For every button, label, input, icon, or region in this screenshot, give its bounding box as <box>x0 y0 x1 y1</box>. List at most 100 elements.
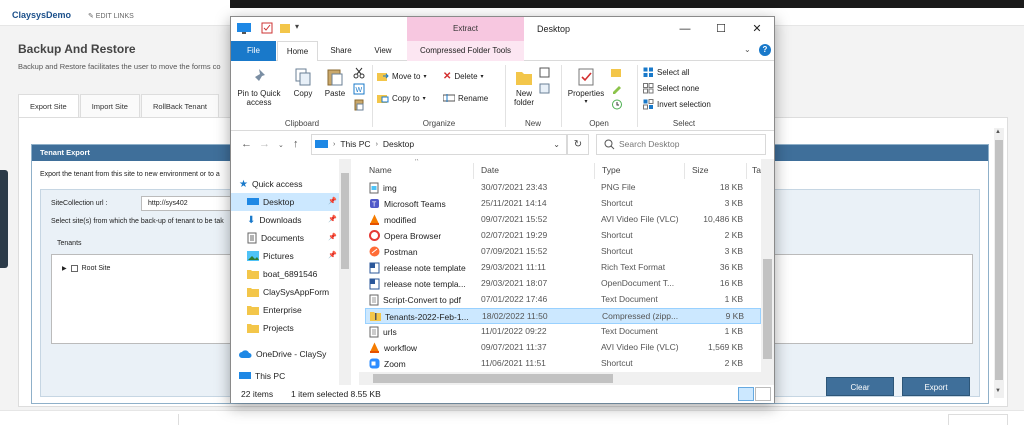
column-header-name[interactable]: Name <box>369 163 392 177</box>
address-dropdown-icon[interactable]: ⌄ <box>553 140 560 149</box>
file-row[interactable]: Script-Convert to pdf 07/01/2022 17:46 T… <box>365 292 761 308</box>
column-header-type[interactable]: Type <box>602 163 620 177</box>
file-row[interactable]: T Microsoft Teams 25/11/2021 14:14 Shortc… <box>365 196 761 212</box>
rename-button[interactable]: Rename <box>443 93 488 103</box>
back-arrow-icon[interactable]: ← <box>241 138 252 150</box>
nav-scrollbar[interactable] <box>339 159 351 385</box>
pin-icon <box>252 69 265 84</box>
export-button[interactable]: Export <box>902 377 970 396</box>
tab-rollback-tenant[interactable]: RollBack Tenant <box>140 94 220 118</box>
expand-arrow-icon[interactable]: ▶ <box>62 265 67 272</box>
help-icon[interactable]: ? <box>759 44 771 56</box>
delete-button[interactable]: ✕ Delete ▾ <box>443 71 484 82</box>
side-handle[interactable] <box>0 170 8 268</box>
root-site-checkbox[interactable] <box>70 265 78 272</box>
nav-item-pictures[interactable]: Pictures 📌 <box>231 247 339 265</box>
invert-selection-button[interactable]: Invert selection <box>643 99 711 110</box>
nav-item-downloads[interactable]: ⬇ Downloads 📌 <box>231 211 339 229</box>
new-item-icon[interactable] <box>539 67 551 80</box>
page-scrollbar[interactable]: ▲ ▼ <box>994 128 1004 398</box>
nav-item-enterprise[interactable]: Enterprise <box>231 301 339 319</box>
history-icon[interactable] <box>611 99 623 112</box>
page-scroll-thumb[interactable] <box>995 140 1003 380</box>
file-row[interactable]: modified 09/07/2021 15:52 AVI Video File… <box>365 212 761 228</box>
panel-description: Export the tenant from this site to new … <box>40 171 220 178</box>
tab-home[interactable]: Home <box>277 41 318 62</box>
file-row[interactable]: release note templa... 29/03/2021 18:07 … <box>365 276 761 292</box>
tab-import-site[interactable]: Import Site <box>79 94 140 118</box>
select-all-button[interactable]: Select all <box>643 67 689 78</box>
properties-quick-icon[interactable] <box>261 22 273 36</box>
file-row[interactable]: Zoom 11/06/2021 11:51 Shortcut 2 KB <box>365 356 761 372</box>
refresh-icon[interactable]: ↻ <box>567 134 589 155</box>
pin-quick-access-button[interactable]: Pin to Quick access <box>235 67 283 107</box>
select-none-button[interactable]: Select none <box>643 83 699 94</box>
paste-button[interactable]: Paste <box>321 67 349 98</box>
nav-item-documents[interactable]: Documents 📌 <box>231 229 339 247</box>
collapse-ribbon-icon[interactable]: ⌄ <box>744 45 751 54</box>
copy-path-icon[interactable]: W <box>353 83 365 97</box>
nav-item-desktop[interactable]: Desktop 📌 <box>231 193 339 211</box>
file-list-scrollbar[interactable] <box>761 159 774 385</box>
column-header-tags[interactable]: Ta <box>752 163 761 177</box>
move-to-button[interactable]: Move to ▾ <box>377 71 426 82</box>
search-box[interactable]: Search Desktop <box>596 134 766 155</box>
file-row[interactable]: Postman 07/09/2021 15:52 Shortcut 3 KB <box>365 244 761 260</box>
file-row-selected[interactable]: Tenants-2022-Feb-1... 18/02/2022 11:50 C… <box>365 308 761 324</box>
cut-icon[interactable] <box>353 67 365 81</box>
column-separator <box>594 163 595 179</box>
maximize-icon[interactable]: ☐ <box>704 17 738 41</box>
details-view-icon[interactable] <box>738 387 754 401</box>
new-folder-quick-icon[interactable] <box>279 22 291 36</box>
file-row[interactable]: img 30/07/2021 23:43 PNG File 18 KB <box>365 180 761 196</box>
easy-access-icon[interactable] <box>539 83 551 96</box>
large-icons-view-icon[interactable] <box>755 387 771 401</box>
tab-file[interactable]: File <box>231 41 276 61</box>
address-bar[interactable]: › This PC › Desktop ⌄ <box>311 134 567 155</box>
file-row[interactable]: release note template 29/03/2021 11:11 R… <box>365 260 761 276</box>
tab-view[interactable]: View <box>365 41 401 61</box>
nav-item-projects[interactable]: Projects <box>231 319 339 337</box>
copy-button[interactable]: Copy <box>289 67 317 98</box>
breadcrumb-this-pc[interactable]: This PC <box>340 135 370 154</box>
file-list-hscroll-thumb[interactable] <box>373 374 613 383</box>
nav-item-claysysappform[interactable]: ClaySysAppForm <box>231 283 339 301</box>
new-folder-button[interactable]: New folder <box>509 67 539 107</box>
column-header-date[interactable]: Date <box>481 163 499 177</box>
tab-compressed-folder-tools[interactable]: Compressed Folder Tools <box>407 41 524 61</box>
minimize-icon[interactable]: — <box>668 17 702 41</box>
recent-locations-icon[interactable]: ⌄ <box>278 141 284 149</box>
scroll-down-icon[interactable]: ▼ <box>995 388 1001 394</box>
file-list-hscrollbar[interactable] <box>359 372 761 385</box>
tab-export-site[interactable]: Export Site <box>18 94 79 118</box>
window-titlebar[interactable]: ▾ Extract Desktop — ☐ ✕ <box>231 17 774 41</box>
up-arrow-icon[interactable]: ↑ <box>293 138 299 150</box>
forward-arrow-icon[interactable]: → <box>259 138 270 150</box>
file-row[interactable]: urls 11/01/2022 09:22 Text Document 1 KB <box>365 324 761 340</box>
nav-item-quick-access[interactable]: ★ Quick access <box>231 175 339 193</box>
nav-item-this-pc[interactable]: This PC <box>231 367 339 385</box>
customize-quick-access-icon[interactable]: ▾ <box>295 22 299 36</box>
open-icon[interactable] <box>611 67 623 80</box>
explorer-app-icon[interactable] <box>237 22 251 36</box>
close-icon[interactable]: ✕ <box>740 17 774 41</box>
tab-share[interactable]: Share <box>323 41 359 61</box>
breadcrumb-desktop[interactable]: Desktop <box>383 135 414 154</box>
file-list-scroll-thumb[interactable] <box>763 259 772 359</box>
edit-icon[interactable] <box>611 83 623 96</box>
paste-shortcut-icon[interactable] <box>353 99 365 113</box>
nav-item-boat-6891546[interactable]: boat_6891546 <box>231 265 339 283</box>
brand-link[interactable]: ClaysysDemo <box>12 10 71 20</box>
clear-button[interactable]: Clear <box>826 377 894 396</box>
scroll-up-icon[interactable]: ▲ <box>995 129 1001 135</box>
column-header-size[interactable]: Size <box>692 163 709 177</box>
edit-links-button[interactable]: ✎ EDIT LINKS <box>88 12 134 20</box>
file-row[interactable]: Opera Browser 02/07/2021 19:29 Shortcut … <box>365 228 761 244</box>
page-title: Backup And Restore <box>18 42 136 56</box>
properties-button[interactable]: Properties ▾ <box>565 67 607 107</box>
move-to-label: Move to <box>392 72 421 81</box>
nav-item-onedrive[interactable]: OneDrive - ClaySy <box>231 345 339 363</box>
file-row[interactable]: workflow 09/07/2021 11:37 AVI Video File… <box>365 340 761 356</box>
nav-scroll-thumb[interactable] <box>341 173 349 269</box>
copy-to-button[interactable]: Copy to ▾ <box>377 93 426 104</box>
